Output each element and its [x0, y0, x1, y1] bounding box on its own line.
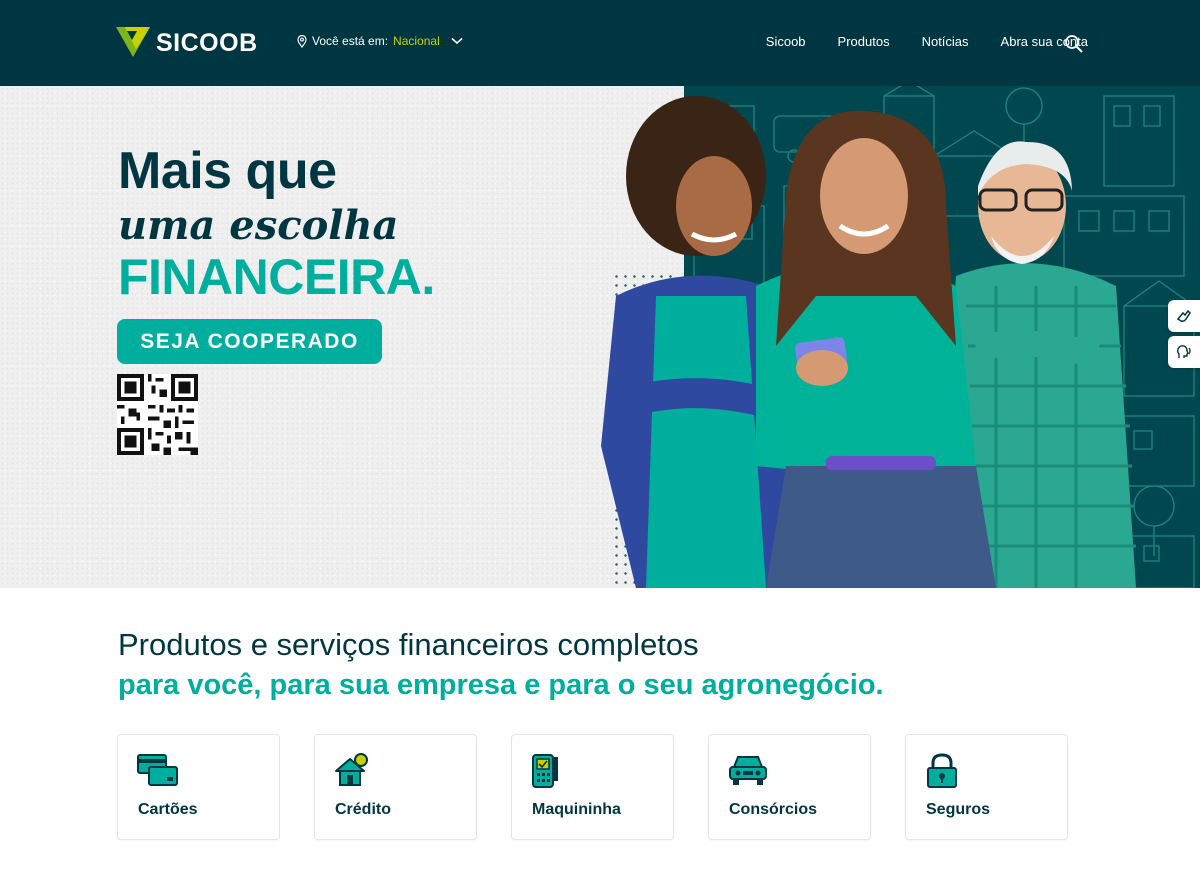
hero-banner: Mais que uma escolha FINANCEIRA. SEJA CO…: [0, 86, 1200, 588]
products-heading: Produtos e serviços financeiros completo…: [118, 626, 884, 706]
card-machine-icon: [532, 754, 558, 788]
location-prefix: Você está em:: [312, 34, 389, 48]
nav-produtos[interactable]: Produtos: [838, 34, 890, 49]
three-people-illustration: [601, 96, 1136, 588]
headline-line-2: uma escolha: [118, 202, 399, 249]
woman-with-phone-figure: [756, 110, 996, 588]
headline-line-1: Mais que: [118, 142, 337, 200]
products-subtitle: para você, para sua empresa e para o seu…: [118, 669, 884, 701]
qr-code-image: [117, 374, 198, 455]
card-consorcios[interactable]: Consórcios: [708, 734, 871, 840]
card-maquininha[interactable]: Maquininha: [511, 734, 674, 840]
location-selector[interactable]: Você está em: Nacional: [297, 34, 463, 48]
nav-sicoob[interactable]: Sicoob: [766, 34, 806, 49]
sicoob-logo[interactable]: SICOOB: [116, 26, 258, 60]
car-icon: [729, 756, 767, 785]
card-cartoes[interactable]: Cartões: [117, 734, 280, 840]
headline-line-3: FINANCEIRA.: [118, 249, 435, 305]
card-label-seguros: Seguros: [926, 801, 991, 818]
map-pin-icon: [297, 34, 307, 48]
search-icon: [1065, 35, 1083, 53]
house-coin-icon: [335, 753, 368, 786]
card-label-cartoes: Cartões: [138, 801, 198, 818]
nav-noticias[interactable]: Notícias: [922, 34, 969, 49]
site-header: SICOOB Você está em: Nacional Sicoob Pro…: [0, 0, 1200, 86]
location-value: Nacional: [393, 34, 440, 48]
card-label-credito: Crédito: [335, 801, 391, 818]
sign-language-hands-icon: [1176, 309, 1191, 322]
speaking-head-icon: [1176, 345, 1191, 358]
hero-headline: Mais que uma escolha FINANCEIRA.: [118, 140, 435, 304]
main-nav: Sicoob Produtos Notícias Abra sua conta: [766, 34, 1088, 49]
qr-code[interactable]: [117, 374, 198, 455]
card-label-maquininha: Maquininha: [532, 801, 621, 818]
hero-people-photo: [596, 86, 1156, 588]
libras-button[interactable]: [1168, 300, 1200, 332]
card-credito[interactable]: Crédito: [314, 734, 477, 840]
product-cards: Cartões Crédito Maquininha Consórcios Se…: [117, 734, 1068, 840]
seja-cooperado-button[interactable]: SEJA COOPERADO: [117, 319, 382, 364]
audio-reader-button[interactable]: [1168, 336, 1200, 368]
padlock-icon: [927, 753, 957, 788]
card-seguros[interactable]: Seguros: [905, 734, 1068, 840]
brand-name: SICOOB: [156, 28, 258, 57]
card-label-consorcios: Consórcios: [729, 801, 818, 818]
search-button[interactable]: [1064, 34, 1084, 54]
sicoob-logo-icon: [116, 27, 150, 57]
products-title: Produtos e serviços financeiros completo…: [118, 627, 699, 662]
accessibility-tools: [1168, 300, 1200, 370]
chevron-down-icon: [451, 37, 463, 45]
cards-icon: [137, 754, 178, 786]
